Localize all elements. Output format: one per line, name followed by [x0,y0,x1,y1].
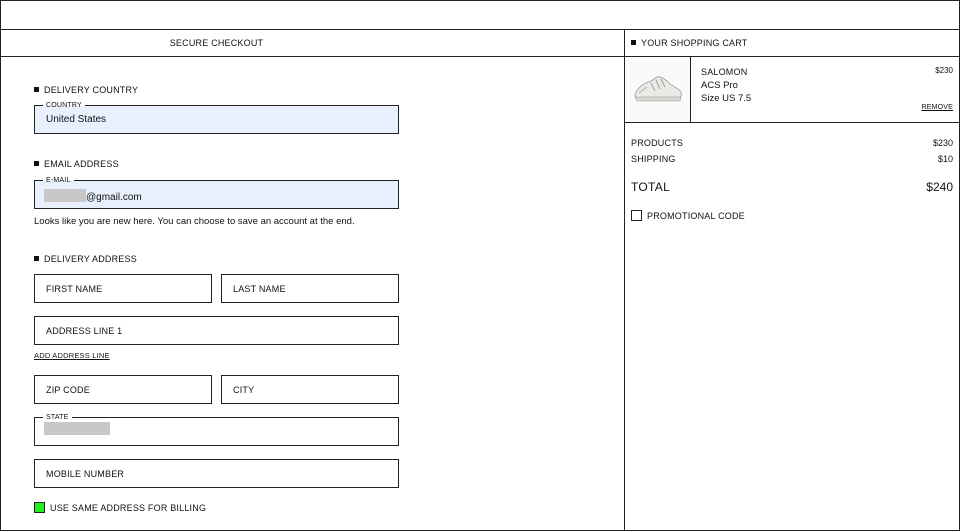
billing-label: USE SAME ADDRESS FOR BILLING [50,502,207,513]
cart-title: YOUR SHOPPING CART [631,30,747,57]
same-billing-option[interactable]: USE SAME ADDRESS FOR BILLING [34,502,206,513]
bullet-square-icon [34,87,39,92]
mobile-number-field[interactable]: MOBILE NUMBER [34,459,399,488]
item-model: ACS Pro [701,80,738,91]
secure-checkout-title: SECURE CHECKOUT [169,38,264,48]
total-value: $240 [926,180,953,194]
delivery-address-heading-text: DELIVERY ADDRESS [44,254,137,264]
email-suffix: @gmail.com [86,192,142,203]
shipping-label: SHIPPING [631,154,676,164]
products-value: $230 [932,138,953,148]
delivery-country-heading: DELIVERY COUNTRY [34,85,138,95]
bullet-square-icon [631,40,636,45]
email-heading-text: EMAIL ADDRESS [44,159,119,169]
item-brand: SALOMON [701,67,748,77]
email-heading: EMAIL ADDRESS [34,159,119,169]
delivery-address-heading: DELIVERY ADDRESS [34,254,137,264]
new-user-help-text: Looks like you are new here. You can cho… [34,216,355,227]
promo-code-option[interactable]: PROMOTIONAL CODE [631,210,745,221]
address-line-1-placeholder: ADDRESS LINE 1 [46,326,123,336]
products-label: PRODUCTS [631,138,684,148]
email-value: @gmail.com [44,189,142,203]
zip-code-field[interactable]: ZIP CODE [34,375,212,404]
promo-checkbox[interactable] [631,210,642,221]
last-name-field[interactable]: LAST NAME [221,274,399,303]
billing-checkbox[interactable] [34,502,45,513]
cart-title-text: YOUR SHOPPING CART [641,38,748,48]
email-legend: E-MAIL [43,176,74,185]
mobile-number-placeholder: MOBILE NUMBER [46,469,125,479]
sneaker-icon [634,76,682,102]
top-bar [0,0,960,30]
item-size: Size US 7.5 [701,93,752,104]
bullet-square-icon [34,256,39,261]
country-value: United States [46,114,107,125]
shipping-value: $10 [937,154,953,164]
country-select[interactable]: COUNTRY United States [34,101,399,134]
total-label: TOTAL [631,180,671,194]
sneaker-image[interactable] [625,57,691,122]
promo-label: PROMOTIONAL CODE [647,210,745,221]
add-address-line-link[interactable]: ADD ADDRESS LINE [34,351,110,360]
zip-code-placeholder: ZIP CODE [46,385,90,395]
redacted-block [44,422,110,435]
redacted-block [44,189,86,202]
last-name-placeholder: LAST NAME [233,284,286,294]
bullet-square-icon [34,161,39,166]
remove-item-link[interactable]: REMOVE [921,104,953,111]
city-field[interactable]: CITY [221,375,399,404]
first-name-field[interactable]: FIRST NAME [34,274,212,303]
city-placeholder: CITY [233,385,255,395]
email-field[interactable]: E-MAIL @gmail.com [34,176,399,209]
country-legend: COUNTRY [43,101,85,110]
state-select[interactable]: STATE [34,413,399,446]
cart-item: SALOMON ACS Pro Size US 7.5 $230 REMOVE [625,57,960,123]
delivery-country-heading-text: DELIVERY COUNTRY [44,85,139,95]
item-price: $230 [935,66,953,75]
address-line-1-field[interactable]: ADDRESS LINE 1 [34,316,399,345]
first-name-placeholder: FIRST NAME [46,284,103,294]
state-legend: STATE [43,413,72,422]
